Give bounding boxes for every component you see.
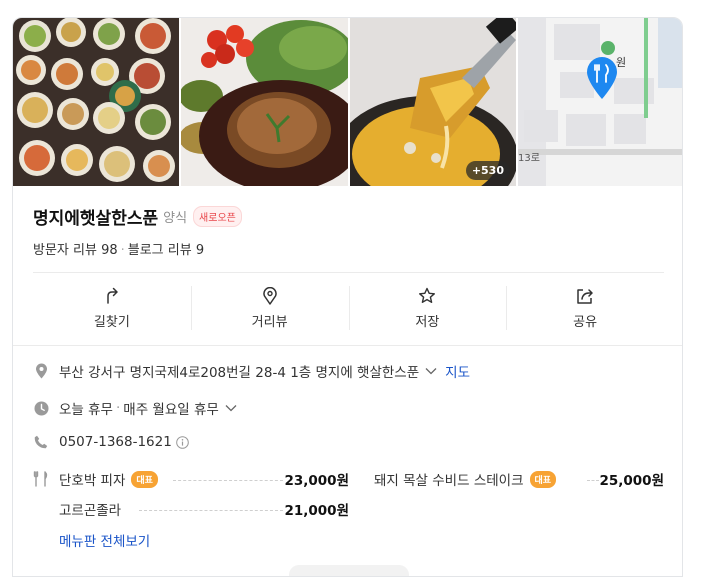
dotted-leader — [139, 510, 283, 511]
photo-pumpkin-pizza[interactable]: +530 — [350, 18, 516, 186]
new-open-badge: 새로오픈 — [193, 206, 242, 227]
menu-item[interactable]: 단호박 피자 대표 — [59, 469, 158, 489]
place-title[interactable]: 명지에햇살한스푼 — [33, 204, 158, 229]
menu-item-name: 고르곤졸라 — [59, 503, 122, 519]
hours-note[interactable]: 매주 월요일 휴무 — [123, 398, 219, 418]
photo-pasta-spread[interactable] — [13, 18, 179, 186]
hours-today: 오늘 휴무 — [59, 402, 113, 418]
streetview-button[interactable]: 거리뷰 — [190, 284, 349, 332]
menu-item-price: 25,000원 — [599, 473, 664, 489]
title-row: 명지에햇살한스푼 양식 새로오픈 — [33, 204, 242, 229]
directions-icon — [107, 287, 118, 304]
menu-item[interactable]: 고르곤졸라 — [59, 499, 121, 519]
divider — [13, 345, 682, 346]
blog-review-link[interactable]: 블로그 리뷰 9 — [128, 243, 204, 258]
photo-map-preview[interactable]: 원 13로 — [518, 18, 682, 186]
cutlery-icon — [33, 471, 49, 491]
menu-item-price: 21,000원 — [284, 503, 349, 519]
directions-button[interactable]: 길찾기 — [33, 284, 191, 332]
photo-steak[interactable] — [181, 18, 348, 186]
clock-icon — [33, 401, 49, 416]
streetview-icon — [262, 286, 277, 305]
photo-strip: +530 원 13로 — [13, 18, 682, 186]
share-button[interactable]: 공유 — [506, 284, 664, 332]
menu-item-name: 단호박 피자 — [59, 473, 126, 489]
map-pin-label: 원 — [616, 56, 627, 69]
place-category: 양식 — [163, 211, 188, 226]
photo-count-badge[interactable]: +530 — [465, 161, 510, 180]
separator-dot: · — [120, 243, 125, 258]
share-label: 공유 — [573, 314, 598, 330]
map-link[interactable]: 지도 — [445, 361, 470, 381]
phone-number[interactable]: 0507-1368-1621 — [59, 434, 172, 450]
directions-label: 길찾기 — [93, 314, 130, 330]
place-card: +530 원 13로 명지에햇살한스푼 양식 새로오픈 방문자 리뷰 98 · … — [12, 17, 683, 577]
divider — [33, 272, 664, 273]
separator-dot: · — [115, 400, 121, 416]
star-icon — [419, 287, 436, 303]
phone-row: 0507-1368-1621 — [33, 434, 189, 450]
signature-badge: 대표 — [131, 470, 158, 488]
chevron-down-icon[interactable] — [425, 363, 437, 379]
streetview-label: 거리뷰 — [251, 314, 288, 330]
info-icon[interactable] — [176, 435, 189, 449]
save-label: 저장 — [415, 314, 440, 330]
dotted-leader — [587, 480, 599, 481]
location-pin-icon — [33, 363, 49, 379]
map-road-label: 13로 — [518, 153, 540, 164]
more-button[interactable] — [289, 565, 409, 576]
chevron-down-icon[interactable] — [225, 400, 237, 416]
menu-item-price: 23,000원 — [284, 473, 349, 489]
hours-row: 오늘 휴무 · 매주 월요일 휴무 — [33, 398, 237, 418]
menu-item[interactable]: 돼지 목살 수비드 스테이크 대표 — [374, 469, 557, 489]
signature-badge: 대표 — [529, 470, 557, 488]
visitor-review-link[interactable]: 방문자 리뷰 98 — [33, 243, 118, 258]
review-summary: 방문자 리뷰 98 · 블로그 리뷰 9 — [33, 239, 204, 258]
menu-item-name: 돼지 목살 수비드 스테이크 — [374, 473, 524, 489]
phone-icon — [33, 435, 49, 449]
address-row: 부산 강서구 명지국제4로208번길 28-4 1층 명지에 햇살한스푼 지도 — [33, 361, 470, 381]
share-icon — [577, 288, 593, 304]
view-full-menu-link[interactable]: 메뉴판 전체보기 — [59, 530, 150, 550]
dotted-leader — [173, 480, 283, 481]
map-pin-icon — [587, 57, 617, 99]
save-button[interactable]: 저장 — [348, 284, 507, 332]
action-bar: 길찾기 거리뷰 저장 공유 — [33, 284, 664, 332]
address-text[interactable]: 부산 강서구 명지국제4로208번길 28-4 1층 명지에 햇살한스푼 — [59, 361, 419, 381]
